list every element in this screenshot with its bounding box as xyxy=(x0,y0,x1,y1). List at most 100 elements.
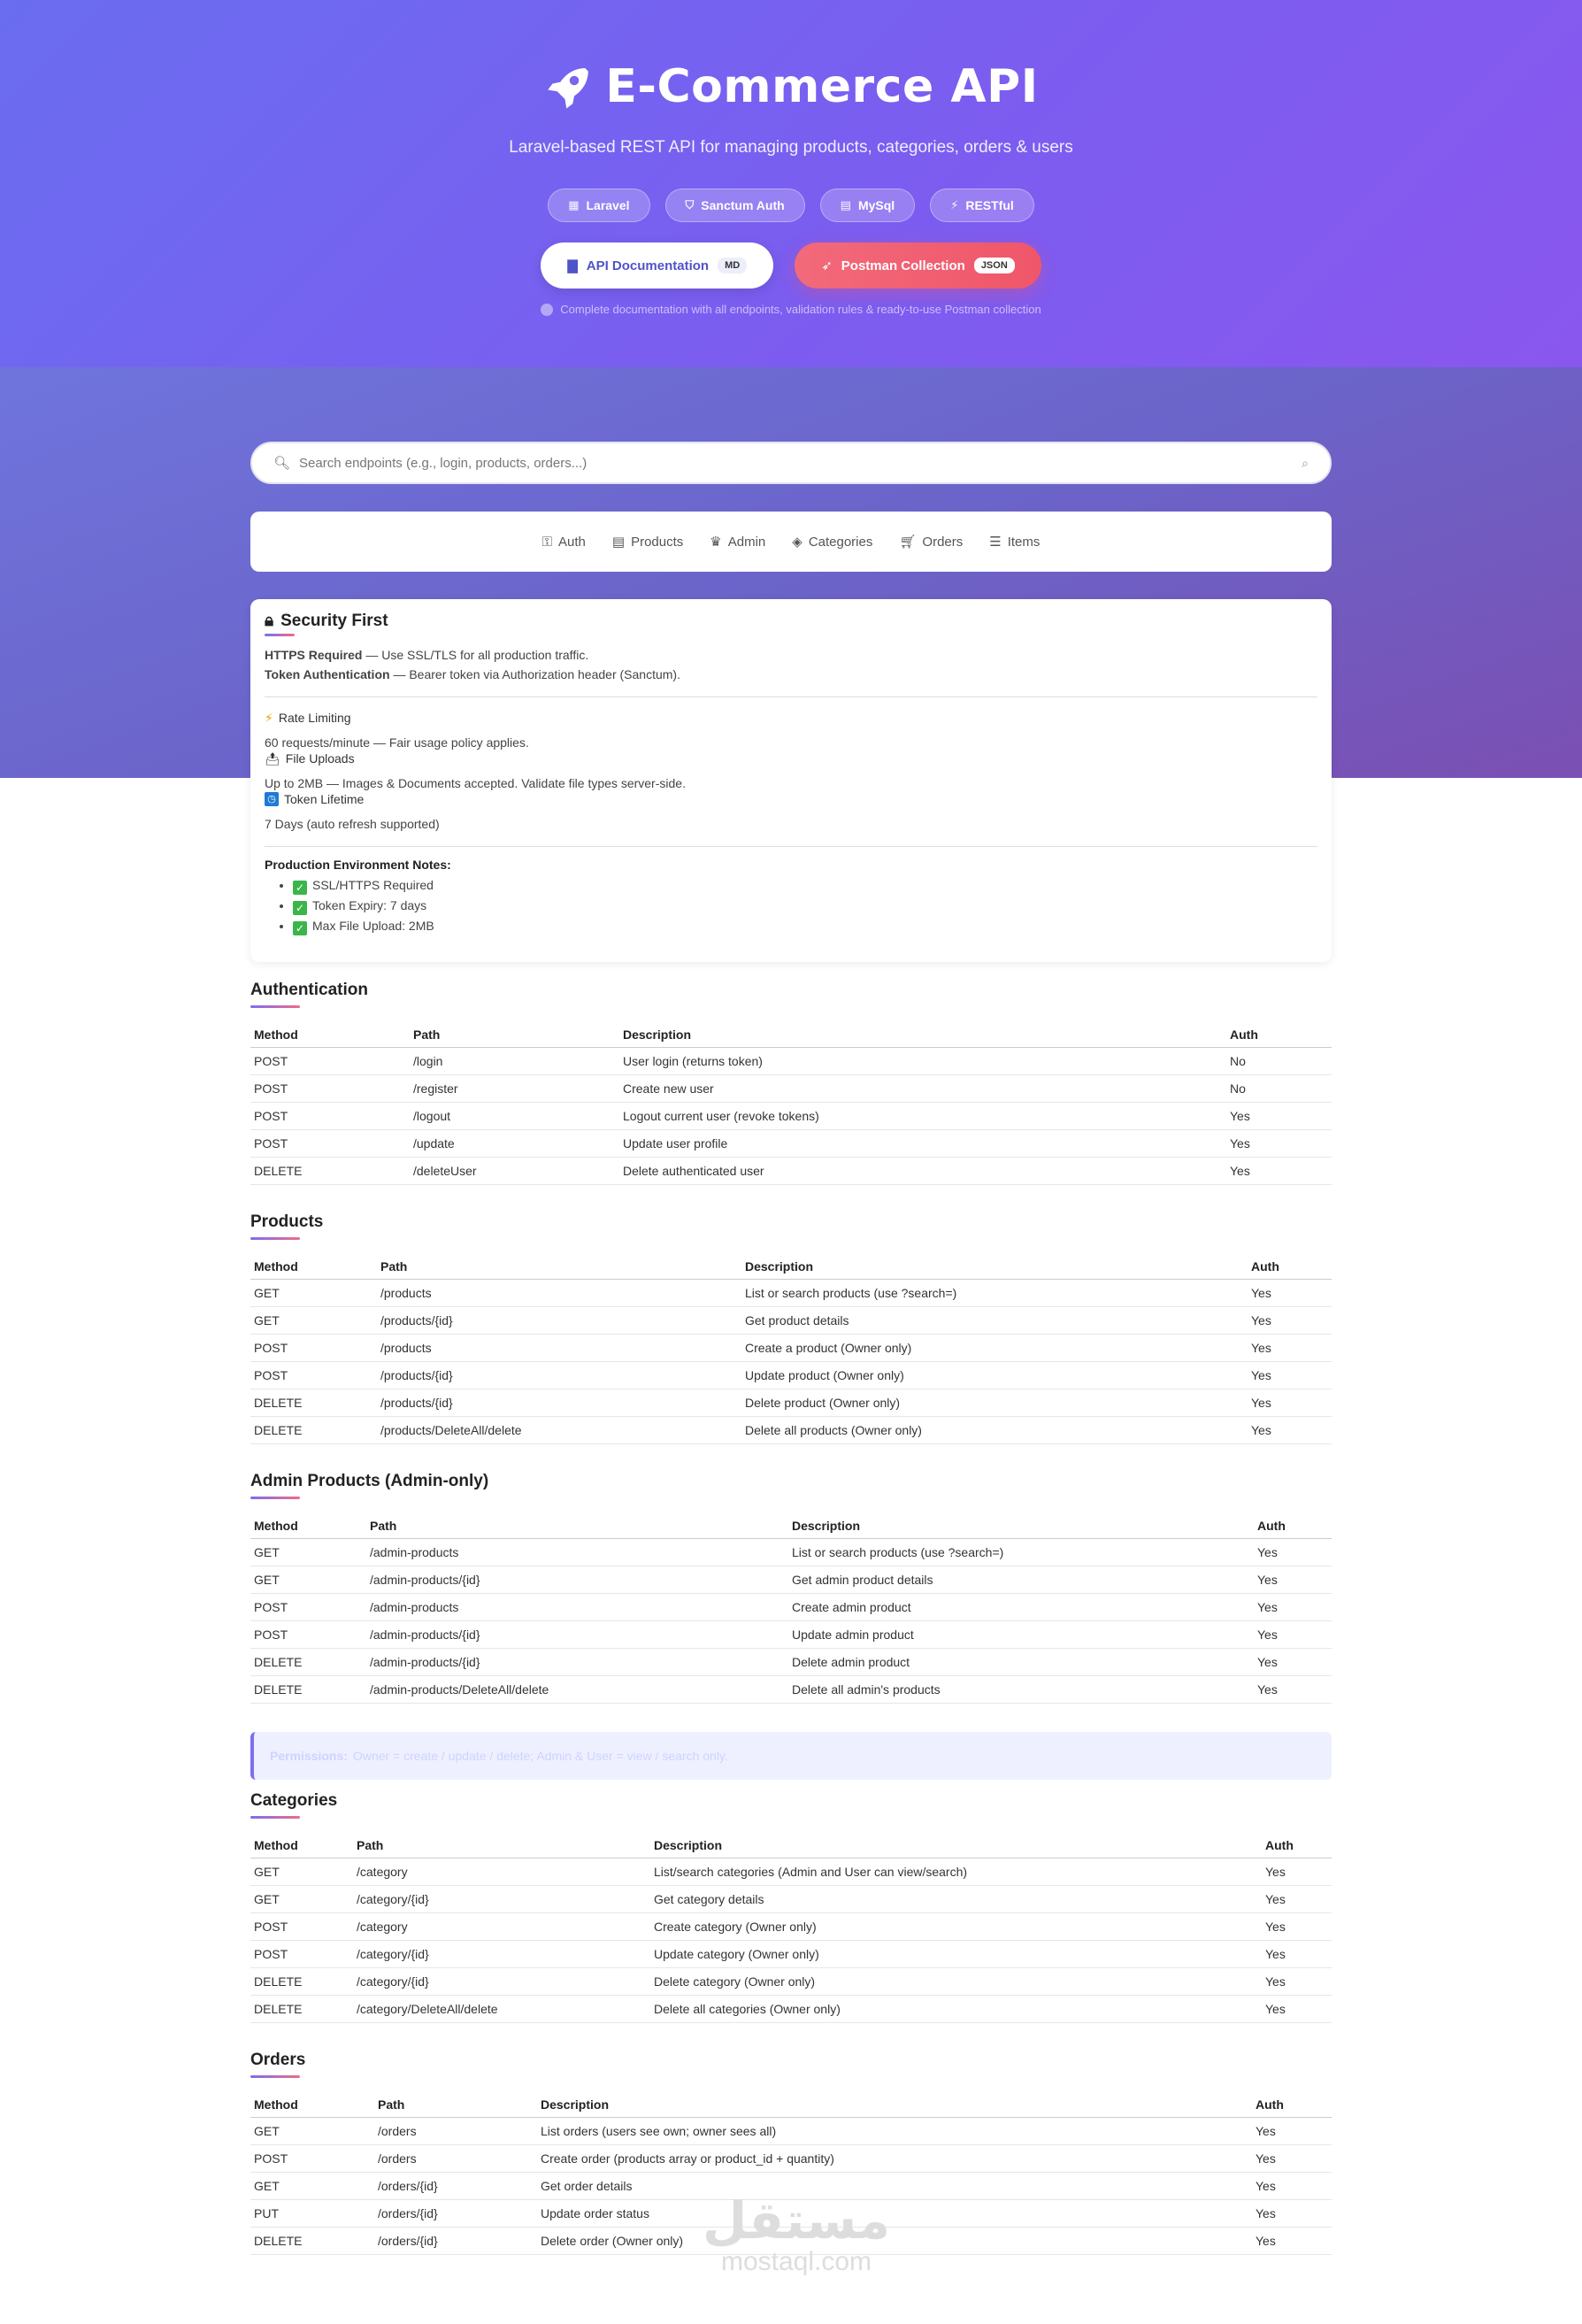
column-header-auth: Auth xyxy=(1226,1020,1332,1048)
auth-cell: Yes xyxy=(1254,1648,1332,1676)
button-label: Postman Collection xyxy=(841,258,965,273)
magnifier-icon[interactable]: ⌕ xyxy=(1302,456,1309,471)
key-icon: ⚿ xyxy=(541,534,553,550)
crown-icon: ♛ xyxy=(710,535,722,550)
column-header-path: Path xyxy=(366,1512,788,1539)
path-cell: /update xyxy=(410,1129,619,1158)
security-title-text: Security First xyxy=(280,612,388,630)
nav-products[interactable]: ▤ Products xyxy=(612,534,683,550)
description-cell: User login (returns token) xyxy=(619,1047,1226,1075)
method-cell: POST xyxy=(250,2144,374,2173)
method-cell: POST xyxy=(250,1129,410,1158)
postman-collection-button[interactable]: ➶ Postman Collection JSON xyxy=(795,242,1041,289)
section-title: Categories xyxy=(250,1791,338,1810)
description-cell: Create a product (Owner only) xyxy=(741,1334,1248,1362)
path-cell: /admin-products/{id} xyxy=(366,1566,788,1594)
description-cell: Update user profile xyxy=(619,1129,1226,1158)
description-cell: Delete product (Owner only) xyxy=(741,1389,1248,1417)
method-cell: POST xyxy=(250,1620,366,1649)
method-cell: PUT xyxy=(250,2199,374,2228)
column-header-description: Description xyxy=(619,1020,1226,1048)
badge-sanctum: ⛉ Sanctum Auth xyxy=(664,189,805,222)
watermark-arabic: مستقل xyxy=(702,2192,891,2250)
path-cell: /category/{id} xyxy=(353,1885,650,1913)
path-cell: /products xyxy=(377,1334,741,1362)
method-cell: GET xyxy=(250,1885,353,1913)
path-cell: /orders xyxy=(374,2144,537,2173)
auth-cell: Yes xyxy=(1248,1279,1332,1307)
description-cell: Update product (Owner only) xyxy=(741,1361,1248,1389)
description-cell: Get product details xyxy=(741,1306,1248,1335)
table-row: GET/products/{id} Get product details Yes xyxy=(250,1306,1332,1335)
auth-cell: Yes xyxy=(1252,2227,1332,2255)
table-row: DELETE/products/{id} Delete product (Owne… xyxy=(250,1389,1332,1417)
nav-admin[interactable]: ♛ Admin xyxy=(710,534,765,550)
clock-icon: ◷ xyxy=(265,792,279,806)
table-header: Method Path Description Auth xyxy=(250,2090,1332,2118)
list-item: ✓ SSL/HTTPS Required xyxy=(293,875,1317,896)
auth-cell: Yes xyxy=(1254,1538,1332,1566)
description-cell: Create new user xyxy=(619,1074,1226,1103)
column-header-auth: Auth xyxy=(1262,1831,1332,1858)
method-cell: DELETE xyxy=(250,2227,374,2255)
badge-row: ▦ Laravel ⛉ Sanctum Auth ▤ MySql ⚡ RESTful xyxy=(0,189,1582,222)
nav-auth[interactable]: ⚿ Auth xyxy=(542,535,586,550)
auth-cell: Yes xyxy=(1254,1566,1332,1594)
table-row: POST/orders Create order (products array … xyxy=(250,2144,1332,2173)
note-text: Max File Upload: 2MB xyxy=(312,919,434,933)
auth-cell: Yes xyxy=(1248,1361,1332,1389)
section-nav: ⚿ Auth ▤ Products ♛ Admin ◈ Categories 🛒︎ Ord… xyxy=(250,512,1332,572)
divider xyxy=(265,846,1317,847)
method-cell: GET xyxy=(250,1306,377,1335)
nav-orders[interactable]: 🛒︎ Orders xyxy=(899,534,963,550)
auth-cell: Yes xyxy=(1248,1334,1332,1362)
auth-cell: Yes xyxy=(1262,1967,1332,1996)
table-row: DELETE/category/{id} Delete category (Own… xyxy=(250,1967,1332,1996)
path-cell: /products xyxy=(377,1279,741,1307)
auth-cell: Yes xyxy=(1252,2172,1332,2200)
nav-items[interactable]: ☰ Items xyxy=(989,534,1040,550)
table-row: POST/update Update user profile Yes xyxy=(250,1129,1332,1158)
method-cell: DELETE xyxy=(250,1416,377,1444)
table-row: POST/admin-products/{id} Update admin pro… xyxy=(250,1620,1332,1649)
nav-label: Auth xyxy=(558,534,586,550)
auth-cell: Yes xyxy=(1248,1389,1332,1417)
path-cell: /products/{id} xyxy=(377,1306,741,1335)
document-icon: ▇ xyxy=(567,258,578,273)
search-input[interactable] xyxy=(299,455,1294,471)
auth-cell: Yes xyxy=(1262,1885,1332,1913)
description-cell: List/search categories (Admin and User c… xyxy=(650,1858,1262,1886)
path-cell: /orders/{id} xyxy=(374,2227,537,2255)
check-icon: ✓ xyxy=(293,901,307,915)
path-cell: /admin-products/{id} xyxy=(366,1648,788,1676)
note-text: Token Expiry: 7 days xyxy=(312,898,427,912)
table-row: DELETE/deleteUser Delete authenticated us… xyxy=(250,1157,1332,1185)
path-cell: /category/{id} xyxy=(353,1967,650,1996)
nav-label: Orders xyxy=(922,534,964,550)
column-header-description: Description xyxy=(741,1252,1248,1280)
column-header-description: Description xyxy=(650,1831,1262,1858)
auth-cell: Yes xyxy=(1254,1675,1332,1704)
path-cell: /products/{id} xyxy=(377,1389,741,1417)
description-cell: Logout current user (revoke tokens) xyxy=(619,1102,1226,1130)
auth-cell: Yes xyxy=(1254,1593,1332,1621)
endpoint-table: Method Path Description Auth GET/products Lis… xyxy=(250,1252,1332,1444)
path-cell: /admin-products/DeleteAll/delete xyxy=(366,1675,788,1704)
notes-list: ✓ SSL/HTTPS Required ✓ Token Expiry: 7 day… xyxy=(265,875,1317,936)
lock-icon: 🔒︎ xyxy=(265,612,274,630)
https-text: — Use SSL/TLS for all production traffic… xyxy=(362,648,589,662)
note-text: SSL/HTTPS Required xyxy=(312,878,434,892)
title-underline xyxy=(250,1816,300,1819)
token-text: — Bearer token via Authorization header … xyxy=(389,667,680,681)
bolt-icon: ⚡ xyxy=(950,198,959,212)
api-documentation-button[interactable]: ▇ API Documentation MD xyxy=(541,242,774,289)
auth-cell: No xyxy=(1226,1074,1332,1103)
column-header-auth: Auth xyxy=(1254,1512,1332,1539)
token-label: Token Authentication xyxy=(265,667,390,681)
method-cell: DELETE xyxy=(250,1967,353,1996)
nav-categories[interactable]: ◈ Categories xyxy=(792,534,872,550)
path-cell: /logout xyxy=(410,1102,619,1130)
description-cell: Delete all products (Owner only) xyxy=(741,1416,1248,1444)
table-row: POST/admin-products Create admin product Y… xyxy=(250,1593,1332,1621)
https-label: HTTPS Required xyxy=(265,648,363,662)
